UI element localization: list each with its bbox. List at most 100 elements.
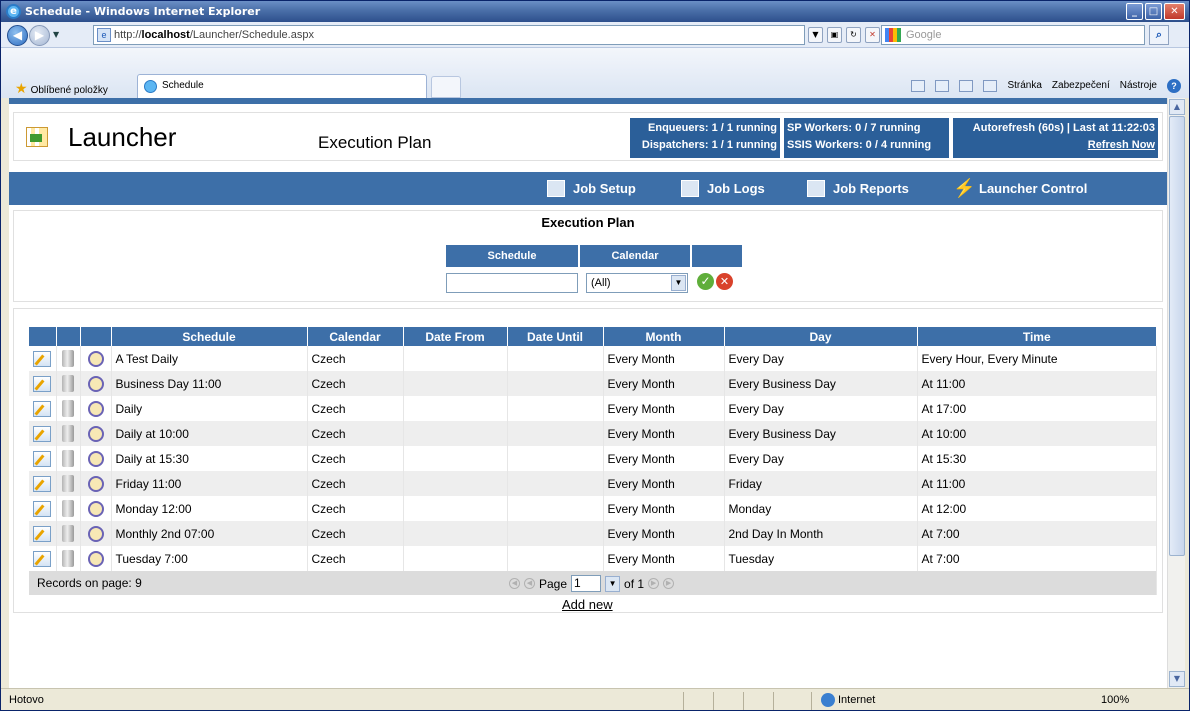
- clock-icon[interactable]: [87, 400, 104, 417]
- new-tab-button[interactable]: [431, 76, 461, 98]
- zoom-level[interactable]: 100%: [1101, 689, 1129, 710]
- edit-icon[interactable]: [33, 475, 52, 492]
- forward-button[interactable]: ▶: [29, 25, 50, 46]
- col-month-header[interactable]: Month: [603, 327, 725, 346]
- edit-icon[interactable]: [33, 550, 52, 567]
- delete-trash-icon[interactable]: [62, 500, 74, 517]
- clock-icon[interactable]: [87, 550, 104, 567]
- search-icon[interactable]: ⌕: [1149, 25, 1169, 45]
- cell-schedule: Daily at 15:30: [111, 446, 308, 471]
- col-date-until-header[interactable]: Date Until: [507, 327, 604, 346]
- edit-icon[interactable]: [33, 450, 52, 467]
- col-day-header[interactable]: Day: [724, 327, 918, 346]
- edit-icon[interactable]: [33, 425, 52, 442]
- edit-icon[interactable]: [33, 500, 52, 517]
- delete-trash-icon[interactable]: [62, 525, 74, 542]
- clock-icon[interactable]: [87, 425, 104, 442]
- page-select[interactable]: 1: [571, 575, 602, 592]
- menu-job-logs[interactable]: Job Logs: [681, 172, 765, 205]
- address-dropdown-button[interactable]: ▼: [808, 27, 823, 43]
- mail-icon[interactable]: [959, 80, 974, 92]
- clock-icon[interactable]: [87, 525, 104, 542]
- address-input[interactable]: e http://localhost/Launcher/Schedule.aspx: [93, 25, 805, 45]
- feeds-icon[interactable]: [935, 80, 950, 92]
- menu-job-reports[interactable]: Job Reports: [807, 172, 909, 205]
- col-date-from-header[interactable]: Date From: [403, 327, 508, 346]
- col-schedule-header[interactable]: Schedule: [111, 327, 308, 346]
- apply-filter-button[interactable]: ✓: [697, 273, 714, 290]
- clock-icon[interactable]: [87, 350, 104, 367]
- enqueuers-text: Enqueuers: 1 / 1 running: [648, 122, 777, 134]
- prev-page-icon[interactable]: ◀: [524, 578, 535, 589]
- clear-filter-button[interactable]: ✕: [716, 273, 733, 290]
- delete-trash-icon[interactable]: [62, 425, 74, 442]
- cell-date-from: [403, 521, 508, 546]
- last-page-icon[interactable]: ▶: [663, 578, 675, 589]
- first-page-icon[interactable]: ◀: [509, 578, 520, 589]
- schedule-filter-input[interactable]: [446, 273, 578, 293]
- cell-day: Every Day: [724, 396, 918, 421]
- window-title: Schedule - Windows Internet Explorer: [25, 5, 261, 18]
- cell-schedule: Business Day 11:00: [111, 371, 308, 396]
- page-title: Execution Plan: [318, 133, 432, 152]
- cell-day: Friday: [724, 471, 918, 496]
- next-page-icon[interactable]: ▶: [648, 578, 660, 589]
- browser-tab[interactable]: Schedule: [137, 74, 427, 98]
- cell-calendar: Czech: [307, 371, 404, 396]
- calendar-filter-select[interactable]: (All) ▼: [586, 273, 688, 293]
- close-window-button[interactable]: ✕: [1164, 3, 1185, 20]
- col-time-header[interactable]: Time: [917, 327, 1157, 346]
- scroll-down-icon[interactable]: ▼: [1169, 671, 1185, 687]
- refresh-now-link[interactable]: Refresh Now: [956, 137, 1155, 154]
- delete-trash-icon[interactable]: [62, 350, 74, 367]
- chevron-down-icon[interactable]: ▼: [605, 575, 621, 592]
- menu-launcher-control[interactable]: ⚡ Launcher Control: [953, 172, 1087, 205]
- favorites-button[interactable]: ★ Oblíbené položky: [15, 81, 108, 98]
- main-menu: Job Setup Job Logs Job Reports ⚡ Launcher…: [9, 172, 1167, 205]
- tools-menu[interactable]: Nástroje: [1120, 78, 1157, 94]
- scroll-up-icon[interactable]: ▲: [1169, 99, 1185, 115]
- cell-plan: [80, 346, 112, 371]
- scroll-thumb[interactable]: [1169, 116, 1185, 556]
- clock-icon[interactable]: [87, 500, 104, 517]
- cell-edit: [29, 421, 57, 446]
- maximize-button[interactable]: □: [1145, 3, 1162, 20]
- clock-icon[interactable]: [87, 450, 104, 467]
- vertical-scrollbar[interactable]: ▲ ▼: [1167, 98, 1185, 688]
- delete-trash-icon[interactable]: [62, 550, 74, 567]
- stop-icon[interactable]: ✕: [865, 27, 880, 43]
- clock-icon[interactable]: [87, 475, 104, 492]
- cell-delete: [56, 421, 81, 446]
- edit-icon[interactable]: [33, 400, 52, 417]
- security-menu[interactable]: Zabezpečení: [1052, 78, 1110, 94]
- print-icon[interactable]: [983, 80, 998, 92]
- minimize-button[interactable]: _: [1126, 3, 1143, 20]
- table-row: Friday 11:00 Czech Every Month Friday At…: [29, 471, 1157, 496]
- back-button[interactable]: ◀: [7, 25, 28, 46]
- status-divider: [811, 692, 812, 710]
- clock-icon[interactable]: [87, 375, 104, 392]
- job-reports-icon: [807, 180, 825, 197]
- page-menu[interactable]: Stránka: [1007, 78, 1041, 94]
- refresh-icon[interactable]: ↻: [846, 27, 861, 43]
- table-row: Monthly 2nd 07:00 Czech Every Month 2nd …: [29, 521, 1157, 546]
- home-icon[interactable]: [911, 80, 926, 92]
- delete-trash-icon[interactable]: [62, 375, 74, 392]
- edit-icon[interactable]: [33, 375, 52, 392]
- search-input[interactable]: Google: [881, 25, 1145, 45]
- col-calendar-name-header[interactable]: Calendar: [307, 327, 404, 346]
- delete-trash-icon[interactable]: [62, 400, 74, 417]
- cell-delete: [56, 446, 81, 471]
- delete-trash-icon[interactable]: [62, 450, 74, 467]
- add-new-link[interactable]: Add new: [562, 597, 613, 612]
- menu-job-reports-label: Job Reports: [833, 181, 909, 196]
- delete-trash-icon[interactable]: [62, 475, 74, 492]
- cell-date-until: [507, 446, 604, 471]
- cell-time: At 11:00: [917, 371, 1157, 396]
- help-icon[interactable]: ?: [1167, 79, 1181, 93]
- compatibility-view-icon[interactable]: ▣: [827, 27, 842, 43]
- edit-icon[interactable]: [33, 525, 52, 542]
- edit-icon[interactable]: [33, 350, 52, 367]
- history-dropdown-icon[interactable]: ▼: [53, 30, 59, 39]
- menu-job-setup[interactable]: Job Setup: [547, 172, 636, 205]
